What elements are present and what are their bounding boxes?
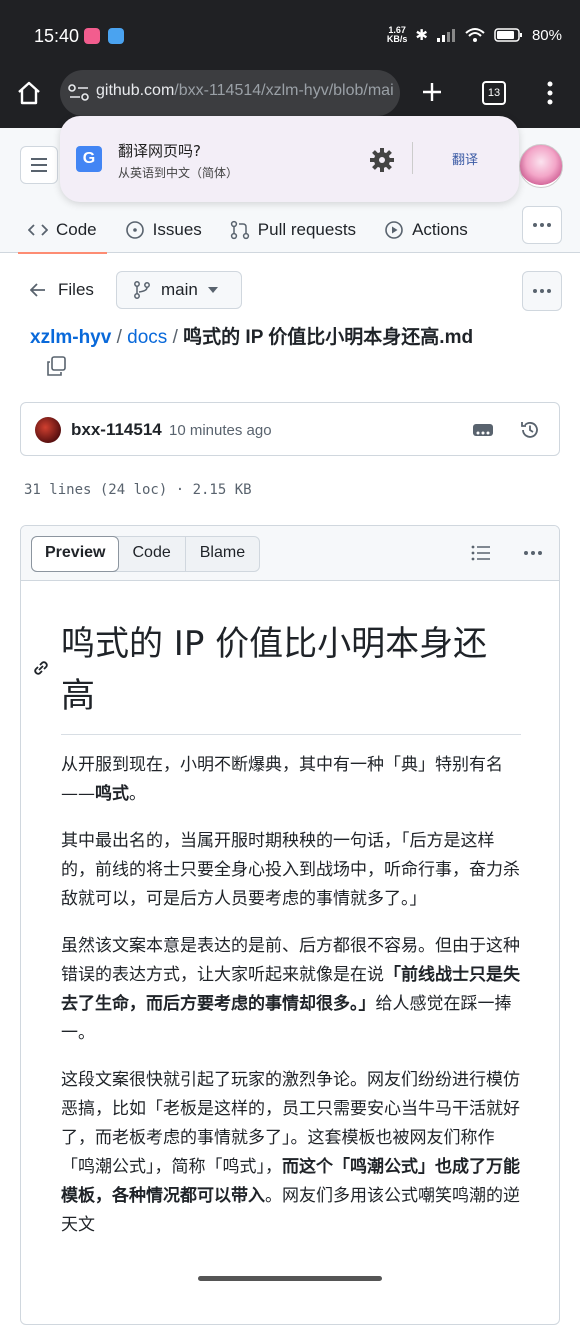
signal-icon bbox=[436, 29, 455, 42]
tab-pull-requests[interactable]: Pull requests bbox=[230, 208, 356, 252]
address-bar[interactable]: github.com/bxx-114514/xzlm-hyv/blob/mai bbox=[60, 70, 400, 116]
history-icon[interactable] bbox=[519, 419, 541, 441]
latest-commit: bxx-114514 10 minutes ago bbox=[20, 402, 560, 456]
triangle-down-icon bbox=[207, 287, 218, 293]
markdown-paragraph: 其中最出名的，当属开服时期秧秧的一句话，「后方是这样的，前线的将士只要全身心投入… bbox=[61, 831, 520, 909]
breadcrumb-file: 鸣式的 IP 价值比小明本身还高.md bbox=[183, 327, 474, 348]
file-header: Preview Code Blame bbox=[21, 526, 559, 581]
issue-icon bbox=[125, 221, 144, 239]
battery-icon bbox=[494, 28, 522, 42]
gear-icon[interactable] bbox=[369, 147, 395, 173]
tab-code[interactable]: Code bbox=[18, 208, 107, 254]
translate-title: 翻译网页吗? bbox=[118, 142, 201, 160]
code-icon bbox=[28, 224, 48, 236]
translate-button[interactable]: 翻译 bbox=[452, 149, 478, 168]
file-viewer: Preview Code Blame 鸣式的 IP 价值比小明本身还高 从开服到… bbox=[20, 525, 560, 1325]
git-branch-icon bbox=[134, 281, 150, 299]
markdown-paragraph: 这段文案很快就引起了玩家的激烈争论。网友们纷纷进行模仿恶搞，比如「老板是这样的，… bbox=[61, 1070, 520, 1235]
tab-count-button[interactable]: 13 bbox=[482, 81, 506, 105]
hamburger-icon bbox=[31, 158, 47, 172]
markdown-heading: 鸣式的 IP 价值比小明本身还高 bbox=[61, 618, 521, 735]
more-tabs-button[interactable] bbox=[522, 206, 562, 244]
status-right: 1.67 KB/s ✱ 80% bbox=[386, 25, 562, 45]
battery-level: 80% bbox=[531, 26, 562, 44]
tab-actions[interactable]: Actions bbox=[384, 208, 468, 252]
google-translate-icon: G bbox=[76, 146, 102, 172]
commit-time: 10 minutes ago bbox=[169, 422, 272, 439]
more-menu-icon[interactable] bbox=[540, 80, 560, 106]
translate-popup: G 翻译网页吗? 从英语到中文（简体） 翻译 bbox=[60, 116, 519, 202]
new-tab-icon[interactable] bbox=[420, 80, 444, 104]
breadcrumb-repo-link[interactable]: xzlm-hyv bbox=[30, 327, 111, 348]
preview-tab[interactable]: Preview bbox=[31, 536, 120, 572]
commit-message-ellipsis-icon[interactable] bbox=[473, 424, 493, 436]
markdown-paragraph: 从开服到现在，小明不断爆典，其中有一种「典」特别有名——鸣式。 bbox=[61, 755, 503, 804]
code-tab[interactable]: Code bbox=[118, 537, 184, 571]
commit-author[interactable]: bxx-114514 bbox=[71, 420, 162, 440]
site-settings-icon[interactable] bbox=[68, 83, 90, 103]
menu-button[interactable] bbox=[20, 146, 58, 184]
file-more-button[interactable] bbox=[522, 271, 562, 311]
notification-app-icon bbox=[108, 28, 124, 44]
url-text: github.com/bxx-114514/xzlm-hyv/blob/mai bbox=[96, 82, 394, 99]
repo-nav-tabs: Code Issues Pull requests Actions bbox=[0, 208, 580, 254]
anchor-link-icon[interactable] bbox=[31, 658, 51, 678]
markdown-body: 鸣式的 IP 价值比小明本身还高 从开服到现在，小明不断爆典，其中有一种「典」特… bbox=[61, 618, 521, 1258]
breadcrumb: xzlm-hyv / docs / 鸣式的 IP 价值比小明本身还高.md bbox=[30, 327, 474, 348]
play-icon bbox=[385, 221, 403, 239]
divider bbox=[412, 142, 413, 174]
bluetooth-icon: ✱ bbox=[415, 27, 428, 44]
branch-selector[interactable]: main bbox=[116, 271, 242, 309]
wifi-icon bbox=[465, 28, 485, 42]
translate-subtitle: 从英语到中文（简体） bbox=[118, 166, 239, 180]
file-info: 31 lines (24 loc) · 2.15 KB bbox=[24, 482, 252, 498]
bilibili-app-icon bbox=[84, 28, 100, 44]
kebab-horizontal-icon bbox=[533, 289, 551, 293]
list-unordered-icon[interactable] bbox=[471, 545, 491, 561]
kebab-horizontal-icon bbox=[533, 223, 551, 227]
kebab-horizontal-icon[interactable] bbox=[523, 550, 543, 556]
blame-tab[interactable]: Blame bbox=[184, 537, 259, 571]
status-time: 15:40 bbox=[34, 26, 80, 46]
net-speed: 1.67 KB/s bbox=[386, 25, 408, 44]
home-icon[interactable] bbox=[16, 80, 42, 106]
copy-icon[interactable] bbox=[46, 356, 66, 376]
breadcrumb-folder-link[interactable]: docs bbox=[127, 327, 167, 348]
markdown-paragraph: 虽然该文案本意是表达的是前、后方都很不容易。但由于这种错误的表达方式，让大家听起… bbox=[61, 936, 520, 1043]
files-button[interactable]: Files bbox=[30, 280, 94, 300]
view-switcher: Preview Code Blame bbox=[31, 536, 261, 572]
user-avatar[interactable] bbox=[519, 144, 563, 188]
status-bar: 15:40 1.67 KB/s ✱ 80% bbox=[0, 0, 580, 70]
tab-issues[interactable]: Issues bbox=[125, 208, 202, 252]
ellipsis-icon bbox=[476, 431, 490, 435]
pull-request-icon bbox=[230, 220, 249, 240]
commit-author-avatar[interactable] bbox=[35, 417, 61, 443]
gesture-home-bar[interactable] bbox=[198, 1276, 382, 1281]
arrow-left-icon bbox=[30, 283, 45, 297]
